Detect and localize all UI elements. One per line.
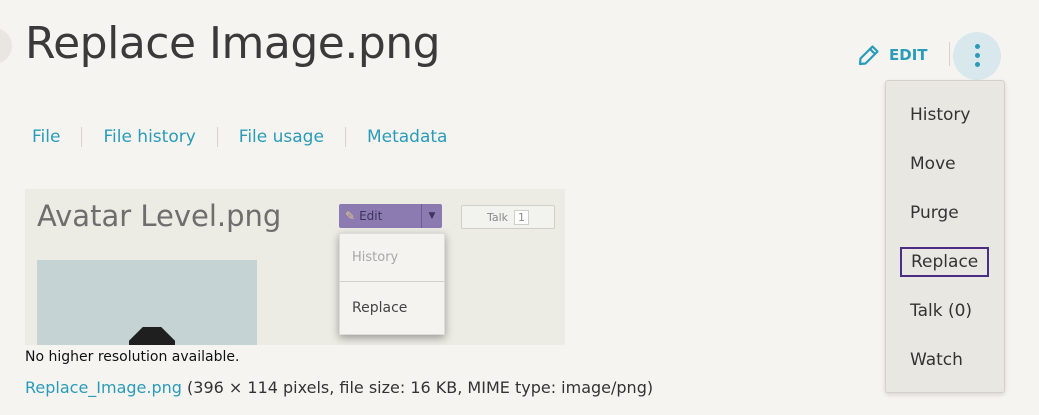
preview-page-title: Avatar Level.png (37, 199, 282, 233)
actions-dropdown-menu: History Move Purge Replace Talk (0) Watc… (885, 80, 1005, 393)
tab-file-usage[interactable]: File usage (239, 127, 324, 147)
preview-caret-icon: ▼ (421, 204, 442, 228)
dot (975, 62, 980, 67)
pencil-icon (857, 43, 881, 67)
page-edge-decoration (0, 28, 12, 64)
edit-button[interactable]: EDIT (857, 41, 928, 69)
menu-item-replace[interactable]: Replace (900, 247, 990, 277)
resolution-note: No higher resolution available. (25, 349, 240, 365)
preview-menu-item-history: History (352, 250, 399, 265)
file-link[interactable]: Replace_Image.png (25, 378, 182, 397)
file-tabs: File File history File usage Metadata (32, 127, 447, 147)
preview-talk-count: 1 (514, 209, 530, 225)
menu-item-purge[interactable]: Purge (910, 203, 959, 223)
menu-item-talk[interactable]: Talk (0) (910, 301, 972, 321)
menu-item-move[interactable]: Move (910, 154, 956, 174)
tab-file[interactable]: File (32, 127, 60, 147)
file-preview-image[interactable]: Avatar Level.png ✎ Edit ▼ Talk 1 History… (25, 189, 565, 345)
edit-label: EDIT (889, 46, 928, 64)
preview-dropdown: History Replace (339, 233, 445, 335)
preview-menu-divider (340, 281, 444, 282)
menu-item-watch[interactable]: Watch (910, 350, 963, 370)
more-actions-button[interactable] (953, 32, 1001, 80)
tab-file-history[interactable]: File history (103, 127, 195, 147)
preview-talk-label: Talk (486, 210, 509, 224)
file-info: Replace_Image.png (396 × 114 pixels, fil… (25, 378, 653, 397)
preview-talk-button: Talk 1 (461, 205, 555, 229)
menu-item-history[interactable]: History (910, 105, 970, 125)
preview-edit-button: ✎ Edit ▼ (339, 204, 442, 228)
vertical-dots-icon (975, 44, 980, 49)
tab-divider (216, 127, 218, 147)
preview-menu-item-replace: Replace (352, 300, 408, 316)
tab-divider (344, 127, 346, 147)
actions-divider (949, 42, 950, 66)
file-details: (396 × 114 pixels, file size: 16 KB, MIM… (187, 378, 654, 397)
tab-divider (81, 127, 83, 147)
page-title: Replace Image.png (25, 18, 441, 69)
preview-pencil-icon: ✎ (345, 209, 356, 223)
tab-metadata[interactable]: Metadata (367, 127, 448, 147)
dot (975, 53, 980, 58)
preview-edit-label: Edit (359, 209, 383, 223)
